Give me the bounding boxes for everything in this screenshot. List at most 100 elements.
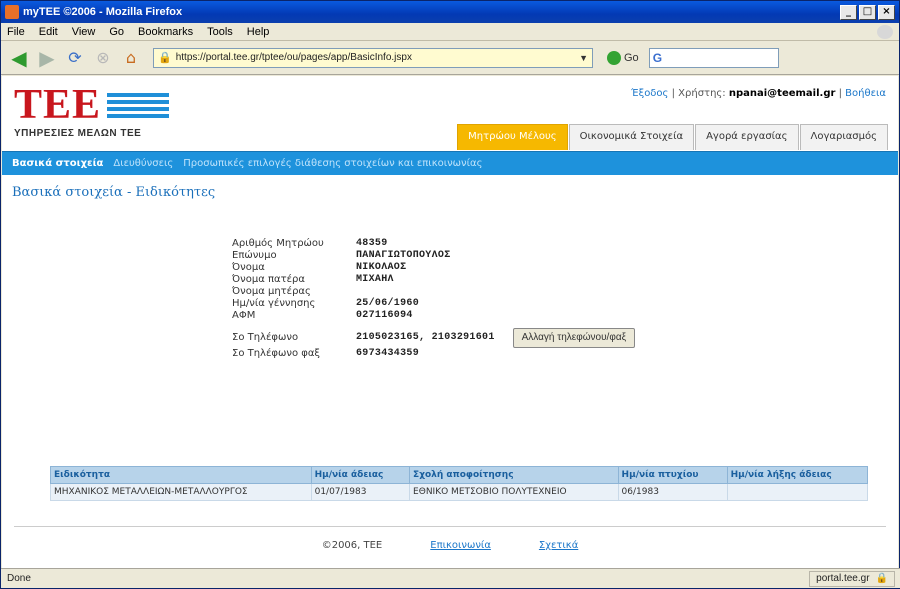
search-input[interactable]: G (648, 47, 779, 68)
url-text[interactable]: https://portal.tee.gr/tptee/ou/pages/app… (176, 52, 575, 63)
status-lock-icon: 🔒 (875, 572, 888, 584)
menu-bar: File Edit View Go Bookmarks Tools Help (1, 23, 899, 41)
sub-navigation: Βασικά στοιχεία Διευθύνσεις Προσωπικές ε… (2, 151, 898, 175)
go-button[interactable]: Go (607, 50, 639, 65)
fax-row: Σο Τηλέφωνο φαξ 6973434359 (232, 348, 752, 360)
main-tabs: Μητρώου Μέλους Οικονομικά Στοιχεία Αγορά… (456, 124, 888, 150)
stop-icon[interactable]: ⊗ (91, 47, 115, 69)
table-cell: 01/07/1983 (310, 483, 411, 501)
detail-row: Όνομα μητέρας (232, 286, 752, 298)
window-title: myTEE ©2006 - Mozilla Firefox (23, 6, 183, 18)
menu-file[interactable]: File (7, 26, 25, 38)
fax-value: 6973434359 (356, 348, 420, 359)
detail-row: Επώνυμο ΠΑΝΑΓΙΩΤΟΠΟΥΛΟΣ (232, 250, 752, 262)
menu-edit[interactable]: Edit (39, 26, 58, 38)
minimize-button[interactable]: _ (840, 4, 857, 20)
reload-icon[interactable]: ⟳ (63, 47, 87, 69)
status-text: Done (7, 573, 31, 584)
phone-value: 2105023165, 2103291601 (356, 332, 495, 343)
table-row: ΜΗΧΑΝΙΚΟΣ ΜΕΤΑΛΛΕΙΩΝ-ΜΕΤΑΛΛΟΥΡΓΟΣ 01/07/… (50, 483, 869, 501)
detail-value: 25/06/1960 (356, 298, 420, 309)
firefox-icon (5, 5, 19, 19)
url-dropdown-icon[interactable]: ▼ (579, 53, 588, 63)
tab-financial[interactable]: Οικονομικά Στοιχεία (568, 124, 695, 150)
tee-logo[interactable]: TEE ΥΠΗΡΕΣΙΕΣ ΜΕΛΩΝ ΤΕΕ (14, 82, 170, 139)
copyright: ©2006, ΤΕΕ (321, 540, 383, 551)
home-icon[interactable]: ⌂ (119, 47, 143, 69)
table-cell: 06/1983 (617, 483, 728, 501)
fax-label: Σο Τηλέφωνο φαξ (232, 348, 321, 359)
close-button[interactable]: × (878, 4, 895, 20)
maximize-button[interactable]: □ (859, 4, 876, 20)
detail-row: ΑΦΜ 027116094 (232, 310, 752, 322)
logo-subtitle: ΥΠΗΡΕΣΙΕΣ ΜΕΛΩΝ ΤΕΕ (14, 128, 142, 139)
table-cell: ΕΘΝΙΚΟ ΜΕΤΣΟΒΙΟ ΠΟΛΥΤΕΧΝΕΙΟ (409, 483, 619, 501)
column-header: Ειδικότητα (50, 466, 312, 484)
go-label: Go (624, 51, 639, 64)
table-header-row: Ειδικότητα Ημ/νία άδειας Σχολή αποφοίτησ… (50, 466, 869, 484)
navigation-toolbar: ◀ ▶ ⟳ ⊗ ⌂ 🔒 https://portal.tee.gr/tptee/… (1, 41, 899, 75)
menu-go[interactable]: Go (109, 26, 124, 38)
detail-label: Όνομα μητέρας (232, 286, 311, 297)
user-prefix: Χρήστης: (678, 88, 726, 99)
help-link[interactable]: Βοήθεια (845, 88, 886, 99)
detail-row: Όνομα πατέρα ΜΙΧΑΗΛ (232, 274, 752, 286)
address-bar[interactable]: 🔒 https://portal.tee.gr/tptee/ou/pages/a… (153, 47, 593, 68)
subnav-preferences[interactable]: Προσωπικές επιλογές διάθεσης στοιχείων κ… (183, 158, 482, 169)
detail-value: 48359 (356, 238, 388, 249)
specialties-table: Ειδικότητα Ημ/νία άδειας Σχολή αποφοίτησ… (50, 466, 869, 501)
detail-label: Αριθμός Μητρώου (232, 238, 324, 249)
detail-row: Ημ/νία γέννησης 25/06/1960 (232, 298, 752, 310)
menu-help[interactable]: Help (247, 26, 270, 38)
menu-tools[interactable]: Tools (207, 26, 233, 38)
site-header: TEE ΥΠΗΡΕΣΙΕΣ ΜΕΛΩΝ ΤΕΕ Έξοδος | Χρήστης… (2, 76, 898, 151)
table-cell (726, 483, 869, 501)
status-bar: Done portal.tee.gr 🔒 (1, 568, 900, 588)
subnav-basic-info[interactable]: Βασικά στοιχεία (12, 158, 103, 169)
back-arrow-icon[interactable]: ◀ (7, 46, 31, 70)
column-header: Σχολή αποφοίτησης (409, 466, 619, 484)
detail-label: Επώνυμο (232, 250, 277, 261)
subnav-addresses[interactable]: Διευθύνσεις (113, 158, 173, 169)
menu-bookmarks[interactable]: Bookmarks (138, 26, 193, 38)
menu-view[interactable]: View (72, 26, 96, 38)
status-host[interactable]: portal.tee.gr 🔒 (809, 570, 895, 587)
detail-row: Όνομα ΝΙΚΟΛΑΟΣ (232, 262, 752, 274)
member-details: Αριθμός Μητρώου 48359 Επώνυμο ΠΑΝΑΓΙΩΤΟΠ… (232, 238, 752, 360)
detail-row: Αριθμός Μητρώου 48359 (232, 238, 752, 250)
column-header: Ημ/νία άδειας (310, 466, 411, 484)
logo-text: TEE (14, 82, 102, 128)
table-cell: ΜΗΧΑΝΙΚΟΣ ΜΕΤΑΛΛΕΙΩΝ-ΜΕΤΑΛΛΟΥΡΓΟΣ (50, 483, 312, 501)
footer-divider (14, 526, 886, 527)
lock-icon: 🔒 (158, 52, 172, 64)
about-link[interactable]: Σχετικά (539, 540, 578, 551)
user-email: npanai@teemail.gr (728, 88, 836, 99)
detail-label: Ημ/νία γέννησης (232, 298, 316, 309)
detail-value: ΜΙΧΑΗΛ (356, 274, 394, 285)
detail-label: ΑΦΜ (232, 310, 256, 321)
tab-jobs[interactable]: Αγορά εργασίας (695, 124, 799, 150)
title-bar[interactable]: myTEE ©2006 - Mozilla Firefox _ □ × (1, 1, 899, 23)
status-host-text: portal.tee.gr (816, 572, 870, 584)
page-footer: ©2006, ΤΕΕ Επικοινωνία Σχετικά (2, 540, 898, 551)
go-icon (607, 50, 621, 65)
logo-bars-icon (107, 90, 170, 121)
logout-link[interactable]: Έξοδος (631, 88, 668, 99)
detail-label: Όνομα (232, 262, 265, 273)
phone-label: Σο Τηλέφωνο (232, 332, 299, 343)
detail-value: 027116094 (356, 310, 413, 321)
column-header: Ημ/νία λήξης άδειας (726, 466, 869, 484)
change-phone-button[interactable]: Αλλαγή τηλεφώνου/φαξ (512, 328, 636, 348)
tab-registry[interactable]: Μητρώου Μέλους (457, 124, 568, 150)
throbber-icon (877, 24, 893, 39)
user-line: Έξοδος | Χρήστης: npanai@teemail.gr | Βο… (631, 88, 886, 99)
detail-label: Όνομα πατέρα (232, 274, 305, 285)
tab-account[interactable]: Λογαριασμός (799, 124, 888, 150)
column-header: Ημ/νία πτυχίου (617, 466, 728, 484)
browser-window: myTEE ©2006 - Mozilla Firefox _ □ × File… (0, 0, 900, 589)
section-title: Βασικά στοιχεία - Ειδικότητες (12, 185, 216, 200)
phone-row: Σο Τηλέφωνο 2105023165, 2103291601 Αλλαγ… (232, 328, 752, 348)
google-search-icon: G (652, 50, 663, 65)
forward-arrow-icon[interactable]: ▶ (35, 46, 59, 70)
contact-link[interactable]: Επικοινωνία (430, 540, 491, 551)
